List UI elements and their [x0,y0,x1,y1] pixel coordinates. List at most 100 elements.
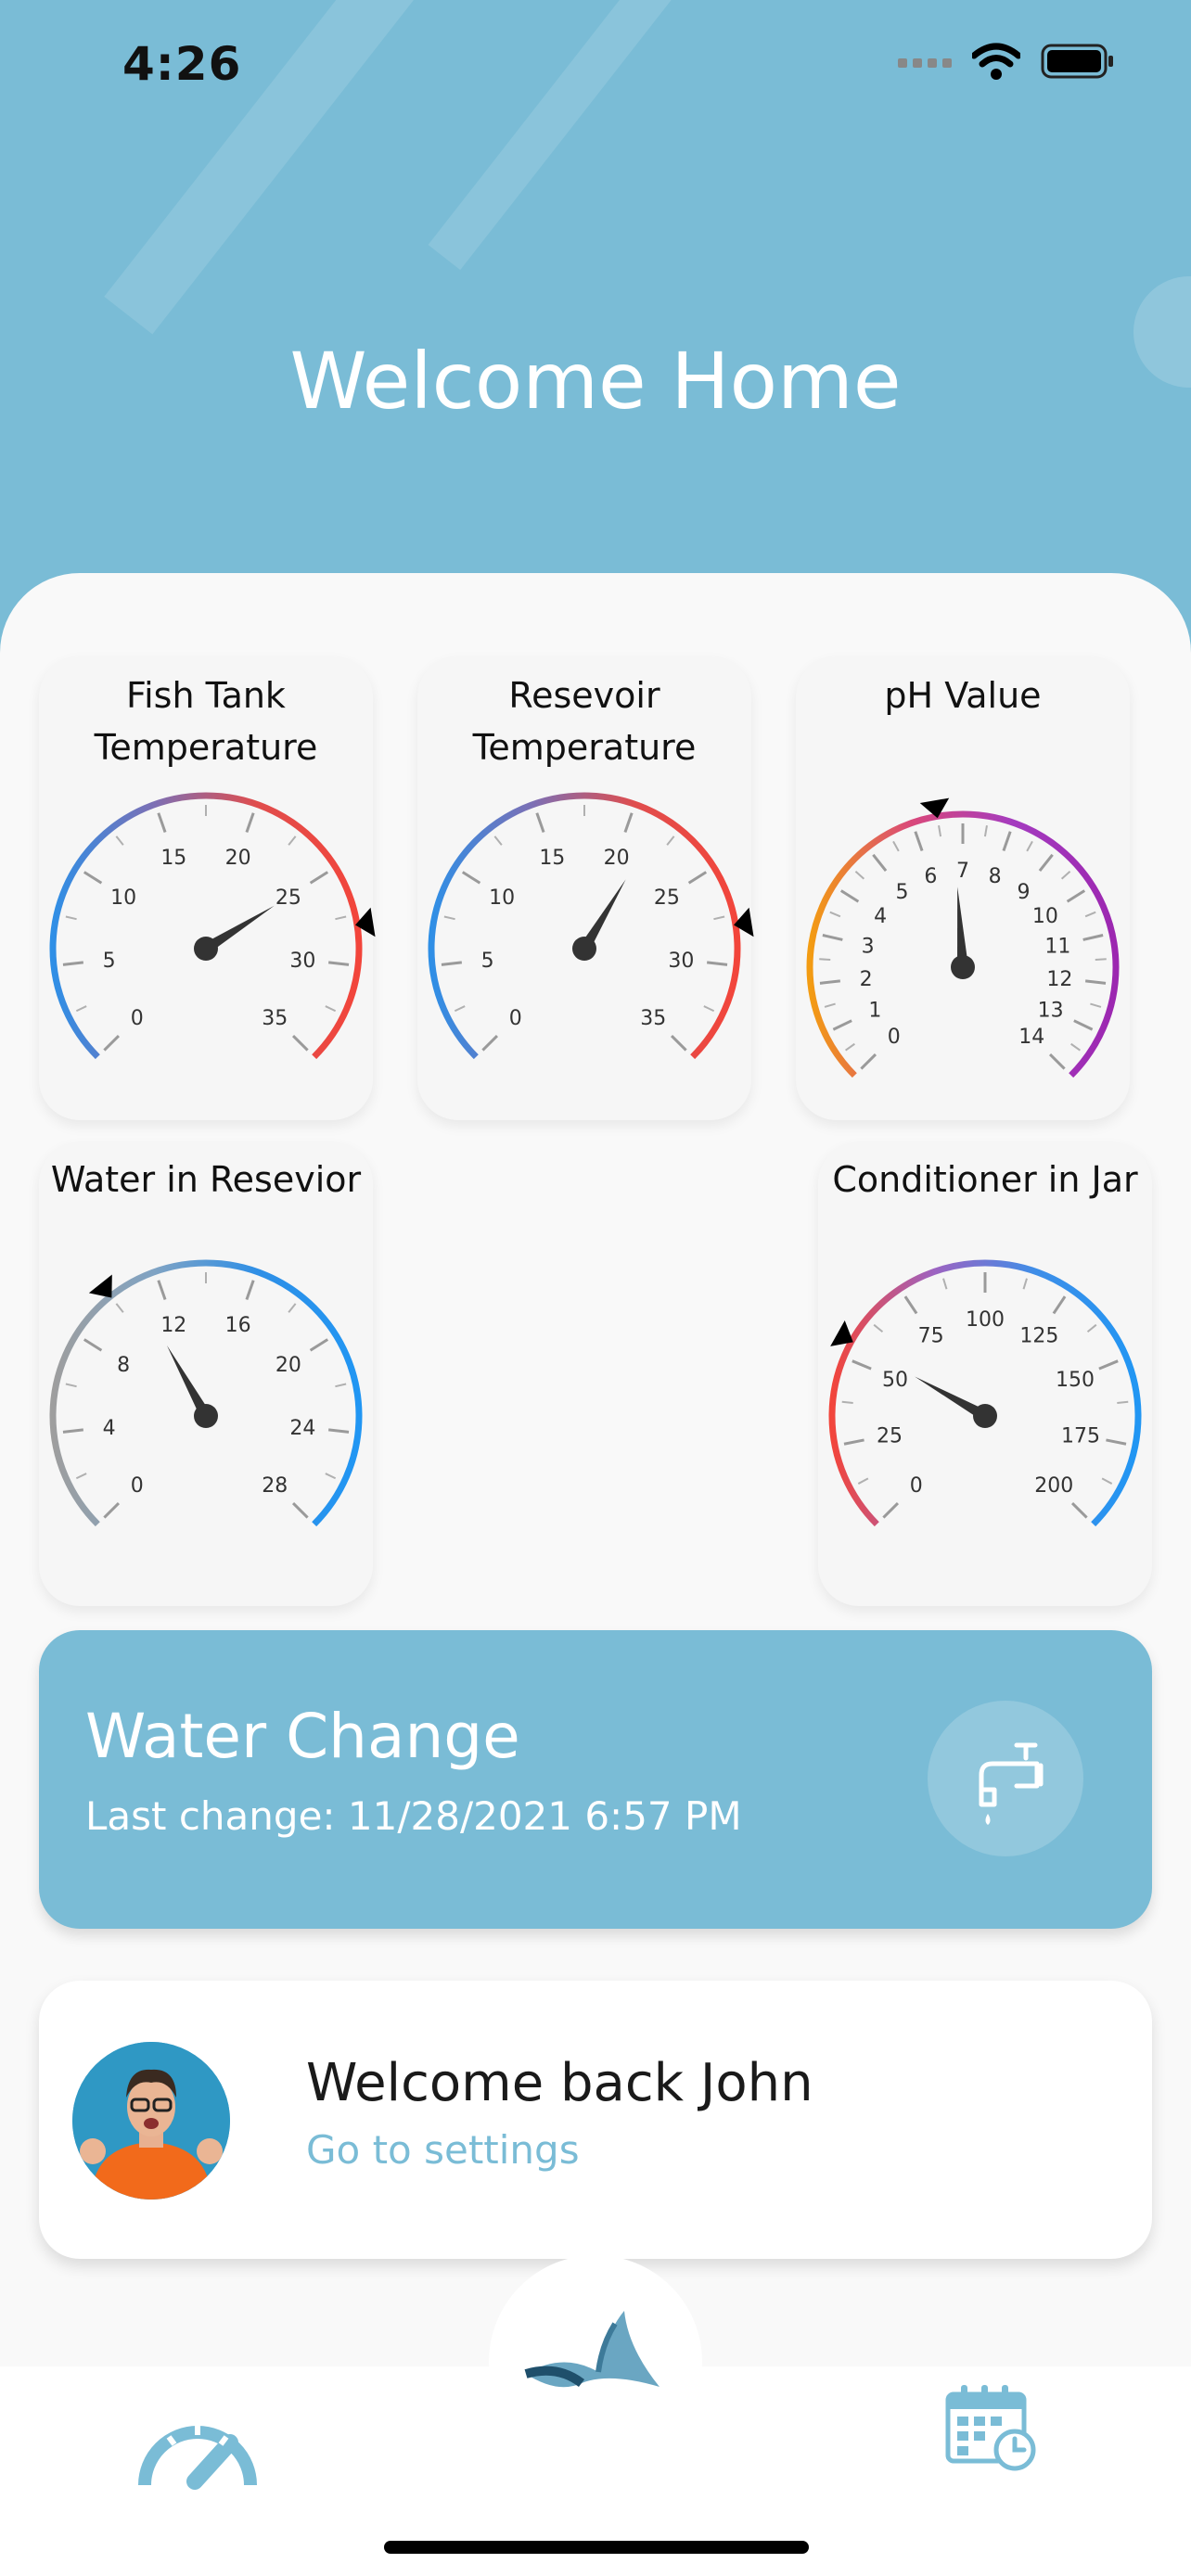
home-indicator [384,2541,809,2554]
gauge-minor-tick [1117,1400,1129,1404]
gauge-arc [428,792,741,1060]
gauge-major-tick [882,1501,900,1519]
gauge-major-tick [441,961,463,966]
gauge-minor-tick [443,915,455,921]
gauge-marker [88,1274,112,1298]
gauge-tick-label: 8 [117,1354,130,1377]
gauge-major-tick [1098,1359,1119,1371]
gauge-tick-label: 25 [654,886,680,910]
gauge-tick-label: 13 [1038,1000,1064,1023]
gauge-major-tick [83,871,103,885]
gauge-major-tick [1073,1019,1094,1031]
header [0,0,1191,668]
gauge-major-tick [1070,1501,1088,1519]
gauge-major-tick [903,1295,918,1315]
water-change-last: Last change: 11/28/2021 6:57 PM [85,1793,742,1839]
gauge-major-tick [860,1052,877,1070]
gauge-tick-label: 3 [862,936,875,959]
gauge-card-fish-tank-temperature[interactable]: Fish Tank Temperature 0 5 10 15 20 25 30 35 [39,657,376,1120]
nav-schedule[interactable] [944,2383,1039,2472]
gauge-minor-tick [1060,870,1071,880]
gauge-tick-label: 30 [289,950,315,973]
gauge-major-tick [1048,1052,1066,1070]
gauge-major-tick [461,871,481,885]
gauge-tick-label: 20 [225,847,251,870]
decor-stripe [428,0,689,271]
gauge-minor-tick [115,1303,124,1313]
gauge-needle-hub [194,1404,218,1428]
gauge-title: Water in Resevior [39,1154,373,1205]
gauge-minor-tick [983,825,988,837]
gauge-tick-label: 200 [1034,1474,1073,1498]
gauge-dial: 0 4 8 12 16 20 24 28 [49,1259,363,1527]
gauge-minor-tick [841,1400,853,1404]
gauge-minor-tick [854,870,865,880]
gauge-tick-label: 20 [275,1354,301,1377]
gauge-major-tick [157,812,167,833]
gauge-minor-tick [845,1042,855,1052]
gauge-title-line1: Water in Resevior [50,1159,362,1200]
gauge-card-water-in-resevior[interactable]: Water in Resevior 0 4 8 12 16 20 24 28 [39,1142,373,1606]
battery-icon [1041,44,1113,79]
gauge-minor-tick [857,1477,869,1485]
gauge-title: pH Value [796,670,1130,721]
gauge-major-tick [291,1034,309,1052]
gauge-minor-tick [1101,1477,1113,1485]
gauge-major-tick [670,1034,687,1052]
gauge-tick-label: 6 [924,865,937,888]
gauge-tick-label: 8 [989,865,1002,888]
gauge-dial: 0123456 7 891011121314 [806,797,1120,1078]
gauge-minor-tick [829,911,841,918]
gauge-card-conditioner-in-jar[interactable]: Conditioner in Jar 0 25 50 75 100 125 150 175 20… [818,1142,1152,1606]
gauge-major-tick [687,871,708,885]
gauge-major-tick [535,812,545,833]
gauge-title-line1: pH Value [884,675,1042,716]
gauge-tick-label: 0 [888,1026,901,1049]
gauge-needle-hub [973,1404,997,1428]
wifi-icon [972,43,1020,80]
gauge-tick-label: 35 [640,1007,666,1030]
gauge-major-tick [327,1428,350,1434]
speedometer-icon [138,2426,257,2490]
nav-dashboard[interactable] [137,2400,258,2493]
gauge-tick-label: 75 [918,1325,944,1348]
avatar[interactable] [72,2042,230,2200]
gauge-minor-tick [819,958,831,961]
gauge-minor-tick [1084,911,1096,918]
gauge-tick-label: 2 [860,968,873,991]
gauge-tick-label: 0 [131,1474,144,1498]
status-icons [898,43,1115,80]
water-change-card[interactable]: Water Change Last change: 11/28/2021 6:5… [39,1630,1152,1929]
status-time: 4:26 [122,37,242,91]
gauge-tick-label: 12 [1046,968,1072,991]
gauge-minor-tick [1095,958,1107,961]
gauge-major-tick [309,871,329,885]
gauge-card-resevoir-temperature[interactable]: Resevoir Temperature 0 5 10 15 20 25 30 35 [417,657,754,1120]
water-change-button[interactable] [928,1701,1083,1856]
gauge-marker [830,1320,853,1346]
gauge-title: Conditioner in Jar [818,1154,1152,1205]
gauge-tick-label: 28 [262,1474,288,1498]
gauge-title-line1: Conditioner in Jar [832,1159,1138,1200]
gauge-major-tick [706,961,728,966]
user-card[interactable]: Welcome back John Go to settings [39,1981,1152,2259]
gauge-tick-label: 15 [539,847,565,870]
gauge-tick-label: 10 [110,886,136,910]
gauge-minor-tick [1022,1278,1028,1290]
center-home-button[interactable] [489,2255,702,2468]
gauge-minor-tick [335,915,347,921]
gauge-major-tick [839,889,860,903]
gauge-tick-label: 16 [225,1314,251,1337]
gauge-major-tick [914,831,924,851]
gauge-major-tick [1106,1438,1127,1446]
gauge-card-ph-value[interactable]: pH Value 0 1 2 3 4 5 6 7 8 9 10 11 12 13 14 [796,657,1130,1120]
gauge-title-line2: Temperature [472,727,697,768]
gauge-dial: 0 5 10 15 20 25 30 35 [428,792,754,1060]
gauge-tick-label: 35 [262,1007,288,1030]
gauge-tick-label: 4 [874,905,887,928]
gauge-major-tick [309,1338,329,1352]
gauge-major-tick [62,961,84,966]
settings-link[interactable]: Go to settings [306,2127,580,2173]
gauge-major-tick [245,1280,255,1300]
gauge-tick-label: 9 [1017,881,1030,904]
